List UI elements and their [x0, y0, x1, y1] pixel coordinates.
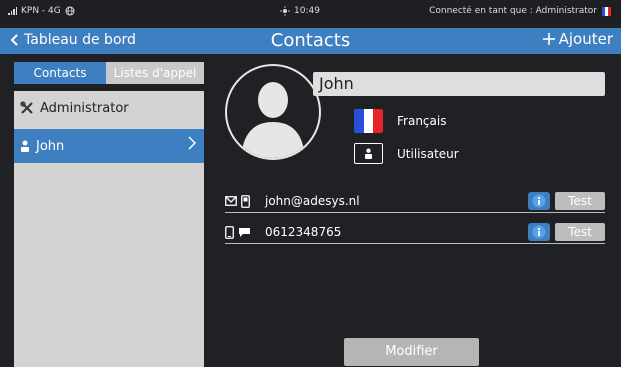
globe-icon: [65, 6, 75, 16]
back-label: Tableau de bord: [24, 32, 136, 48]
nav-bar: Tableau de bord Contacts Ajouter: [0, 28, 621, 54]
tab-contacts[interactable]: Contacts: [14, 62, 106, 84]
channel-row-email: john@adesys.nl Test: [225, 190, 605, 213]
clock-text: 10:49: [294, 6, 320, 16]
info-icon: [532, 194, 546, 208]
contact-name-field[interactable]: John: [313, 72, 605, 96]
info-icon: [532, 225, 546, 239]
language-flag-icon: [602, 6, 611, 16]
pager-icon: [241, 194, 250, 208]
sidebar-tabs: Contacts Listes d'appel: [14, 62, 204, 84]
test-button[interactable]: Test: [555, 192, 605, 210]
connection-text: Connecté en tant que : Administrator: [429, 6, 597, 16]
chevron-right-icon: [188, 135, 197, 154]
channel-row-phone: 0612348765 Test: [225, 221, 605, 244]
email-value: john@adesys.nl: [265, 194, 360, 208]
language-label: Français: [397, 114, 447, 128]
role-selector[interactable]: Utilisateur: [354, 143, 459, 164]
carrier-text: KPN - 4G: [21, 6, 61, 16]
list-item-label: John: [36, 138, 65, 154]
role-label: Utilisateur: [397, 146, 459, 161]
add-label: Ajouter: [558, 30, 613, 48]
tools-icon: [20, 101, 33, 114]
tab-call-lists[interactable]: Listes d'appel: [106, 62, 204, 84]
info-button[interactable]: [528, 223, 550, 241]
status-left: KPN - 4G: [8, 6, 75, 16]
modify-button[interactable]: Modifier: [344, 338, 479, 366]
phone-icon: [225, 225, 234, 239]
user-role-icon: [354, 143, 383, 164]
plus-icon: [542, 33, 555, 45]
chevron-left-icon: [10, 34, 18, 46]
avatar[interactable]: [225, 64, 321, 160]
sun-icon: [280, 6, 290, 16]
french-flag-icon: [354, 109, 383, 133]
channel-icons: [225, 194, 265, 208]
list-item-label: Administrator: [40, 100, 129, 116]
envelope-icon: [225, 196, 237, 206]
list-item-administrator[interactable]: Administrator: [14, 91, 204, 125]
signal-icon: [8, 7, 17, 15]
list-item-john[interactable]: John: [14, 129, 204, 163]
sidebar: Contacts Listes d'appel Administrator Jo…: [14, 62, 204, 367]
sms-icon: [239, 227, 250, 237]
phone-value: 0612348765: [265, 225, 342, 239]
add-contact-button[interactable]: Ajouter: [542, 30, 613, 48]
status-center: 10:49: [280, 6, 320, 16]
channel-icons: [225, 225, 265, 239]
info-button[interactable]: [528, 192, 550, 210]
test-button[interactable]: Test: [555, 223, 605, 241]
back-button[interactable]: Tableau de bord: [10, 32, 136, 48]
person-silhouette-icon: [241, 82, 305, 158]
contact-list: Administrator John: [14, 91, 204, 367]
status-bar: KPN - 4G 10:49 Connecté en tant que : Ad…: [0, 0, 621, 22]
user-icon: [21, 140, 29, 152]
language-selector[interactable]: Français: [354, 109, 446, 133]
status-right: Connecté en tant que : Administrator: [429, 6, 611, 16]
